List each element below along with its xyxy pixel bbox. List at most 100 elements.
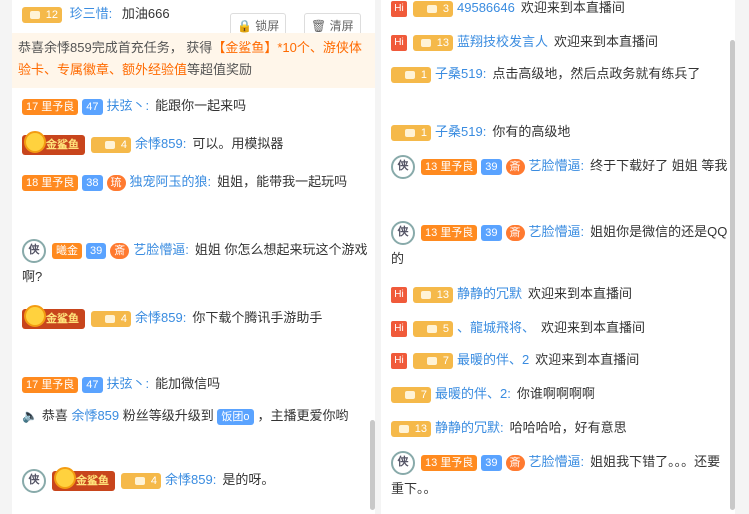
fan-level-badge: 4 xyxy=(91,136,131,153)
noble-badge: 斎 xyxy=(505,454,525,471)
fan-level-badge: 12 xyxy=(22,6,62,23)
fan-level-badge: 13 xyxy=(413,34,453,51)
badge-dot xyxy=(398,424,409,433)
message-text: 能加微信吗 xyxy=(155,376,221,391)
username[interactable]: 蓝翔技校发言人 xyxy=(457,34,548,49)
chat-message: 金鲨鱼 4 余悸859: 可以。用模拟器 xyxy=(22,130,369,157)
badge-dot xyxy=(104,314,115,323)
noble-badge: 斎 xyxy=(505,224,525,241)
badge-dot xyxy=(134,476,145,485)
username[interactable]: 艺脸懵逼: xyxy=(529,158,585,173)
username[interactable]: 余悸859: xyxy=(135,310,186,325)
chat-message: 17 里予良 47 扶弦丶: 能跟你一起来吗 xyxy=(22,92,369,119)
welcome-message: Hi 13 蓝翔技校发言人 欢迎来到本直播间 xyxy=(391,28,729,55)
chat-message: 13 静静的冗默: 哈哈哈哈，好有意思 xyxy=(391,414,729,441)
message-text: 姐姐，能带我一起玩吗 xyxy=(217,174,348,189)
username[interactable]: 余悸859: xyxy=(135,136,186,151)
shield-icon: 侠 xyxy=(22,238,46,263)
chat-message: 金鲨鱼 4 余悸859: 你下载个腾讯手游助手 xyxy=(22,304,369,331)
username[interactable]: 最暖的伴、2: xyxy=(435,386,511,401)
scrollbar[interactable] xyxy=(370,420,375,510)
fan-level-badge: 1 xyxy=(391,66,431,83)
fan-level-badge: 5 xyxy=(413,320,453,337)
username[interactable]: 、龍城飛将、 xyxy=(457,320,535,335)
fan-club-badge: 18 里予良 xyxy=(22,174,79,191)
chat-message: 7 最暖的伴、2: 你谁啊啊啊啊 xyxy=(391,380,729,407)
hi-icon: Hi xyxy=(391,34,407,51)
username[interactable]: 49586646 xyxy=(457,0,515,15)
username[interactable]: 珍三惜: xyxy=(70,6,113,21)
username[interactable]: 扶弦丶: xyxy=(107,98,150,113)
username[interactable]: 静静的冗默 xyxy=(457,286,522,301)
welcome-message: Hi 3 49586646 欢迎来到本直播间 xyxy=(391,0,729,21)
badge-dot xyxy=(420,38,431,47)
message-text: 欢迎来到本直播间 xyxy=(535,352,640,367)
username[interactable]: 艺脸懵逼: xyxy=(529,224,585,239)
hi-icon: Hi xyxy=(391,0,407,17)
badge-dot xyxy=(426,356,437,365)
fan-club-badge: 13 里予良 xyxy=(421,158,478,175)
username[interactable]: 静静的冗默: xyxy=(435,420,504,435)
chat-message: 1 子桑519: 你有的高级地 xyxy=(391,118,729,145)
medal-badge: 金鲨鱼 xyxy=(52,466,115,491)
message-text: 点击高级地，然后点政务就有练兵了 xyxy=(492,66,701,81)
user-level-badge: 39 xyxy=(481,454,502,471)
chat-message: 1 子桑519: 点击高级地，然后点政务就有练兵了 xyxy=(391,60,729,87)
upgrade-notice: 🔈 恭喜 余悸859 粉丝等级升级到 饭团o ，主播更爱你哟 xyxy=(22,402,369,429)
fan-level-badge: 1 xyxy=(391,124,431,141)
fan-club-badge: 17 里予良 xyxy=(22,376,79,393)
chat-message: 18 里予良 38 琉独宠阿玉的狼: 姐姐，能带我一起玩吗 xyxy=(22,168,369,195)
message-text: 欢迎来到本直播间 xyxy=(528,286,633,301)
shield-icon: 侠 xyxy=(391,220,415,245)
username[interactable]: 艺脸懵逼: xyxy=(133,242,189,257)
fan-level-badge: 3 xyxy=(413,0,453,17)
message-text: 你下载个腾讯手游助手 xyxy=(192,310,323,325)
badge-dot xyxy=(404,128,415,137)
scrollbar[interactable] xyxy=(730,40,735,510)
chat-panel-right: Hi 3 49586646 欢迎来到本直播间 Hi 13 蓝翔技校发言人 欢迎来到本直播间 1 子… xyxy=(381,0,735,514)
hi-icon: Hi xyxy=(391,320,407,337)
noble-badge: 斎 xyxy=(110,242,130,259)
chat-message: 17 里予良 47 扶弦丶: 能加微信吗 xyxy=(22,370,369,397)
badge-dot xyxy=(426,4,437,13)
user-level-badge: 39 xyxy=(481,224,502,241)
username[interactable]: 艺脸懵逼: xyxy=(529,454,585,469)
noble-badge: 斎 xyxy=(505,158,525,175)
username[interactable]: 余悸859: xyxy=(165,472,216,487)
message-text: 你有的高级地 xyxy=(492,124,571,139)
medal-badge: 金鲨鱼 xyxy=(22,130,85,155)
fan-level-badge: 13 xyxy=(413,286,453,303)
welcome-message: Hi 5 、龍城飛将、 欢迎来到本直播间 xyxy=(391,314,729,341)
fan-level-badge: 13 xyxy=(391,420,431,437)
message-text: 欢迎来到本直播间 xyxy=(541,320,646,335)
shield-icon: 侠 xyxy=(22,468,46,493)
lock-icon: 🔒 xyxy=(237,19,252,33)
username[interactable]: 子桑519: xyxy=(435,124,486,139)
chat-panel-left: 12 珍三惜: 加油666 🔒 锁屏 🗑 清屏 恭喜余悸859完成首充任务， 获… xyxy=(12,0,375,514)
username[interactable]: 子桑519: xyxy=(435,66,486,81)
fan-group-badge: 饭团o xyxy=(217,408,254,425)
welcome-message: Hi 7 最暖的伴、2 欢迎来到本直播间 xyxy=(391,346,729,373)
user-level-badge: 39 xyxy=(481,158,502,175)
username[interactable]: 扶弦丶: xyxy=(107,376,150,391)
username[interactable]: 最暖的伴、2 xyxy=(457,352,529,367)
fan-level-badge: 4 xyxy=(91,310,131,327)
badge-dot xyxy=(426,324,437,333)
message-text: 终于下载好了 姐姐 等我 xyxy=(590,158,728,173)
username[interactable]: 余悸859 xyxy=(71,408,119,423)
upgrade-text: ，主播更爱你哟 xyxy=(257,408,349,423)
message-text: 哈哈哈哈，好有意思 xyxy=(509,420,627,435)
fan-club-badge: 曦金 xyxy=(52,242,82,259)
reward-notice: 恭喜余悸859完成首充任务， 获得【金鲨鱼】*10个、游侠体验卡、专属徽章、额外… xyxy=(12,33,375,88)
chat-message: 侠 13 里予良 39 斎艺脸懵逼: 姐姐我下错了。。。还要重下。。 xyxy=(391,448,729,502)
badge-dot xyxy=(104,140,115,149)
fan-level-badge: 7 xyxy=(413,352,453,369)
badge-dot xyxy=(404,390,415,399)
fan-level-badge: 7 xyxy=(391,386,431,403)
username[interactable]: 独宠阿玉的狼: xyxy=(130,174,212,189)
medal-badge: 金鲨鱼 xyxy=(22,304,85,329)
badge-dot xyxy=(420,290,431,299)
user-level-badge: 38 xyxy=(82,174,103,191)
user-level-badge: 47 xyxy=(82,98,103,115)
fan-club-badge: 17 里予良 xyxy=(22,98,79,115)
